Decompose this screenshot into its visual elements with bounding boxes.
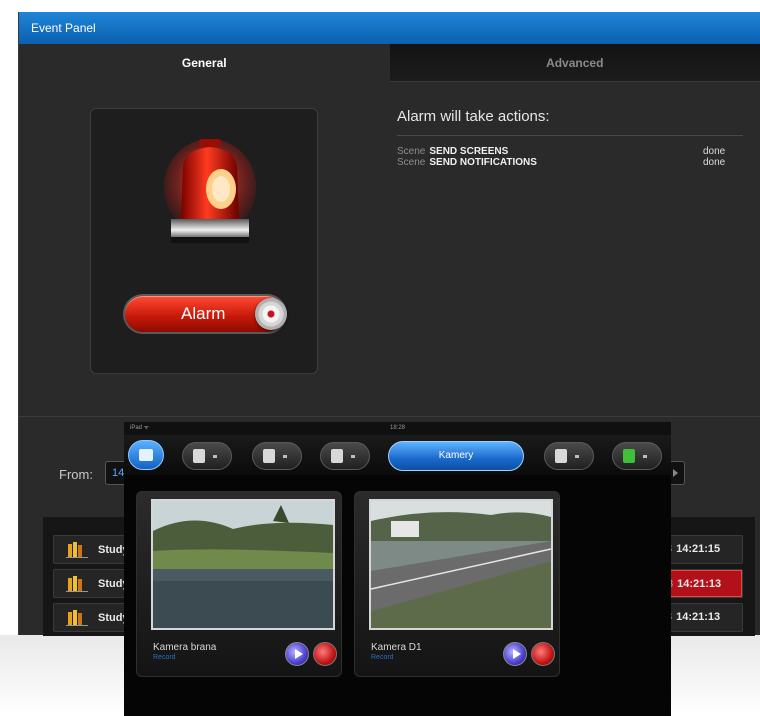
alarm-knob-icon xyxy=(255,298,287,330)
action-prefix: Scene xyxy=(397,157,426,168)
exit-button[interactable] xyxy=(612,442,662,470)
window-title: Event Panel xyxy=(31,21,96,35)
camera-image-pond xyxy=(153,501,333,628)
climate-icon xyxy=(331,449,343,463)
camera-feed xyxy=(151,499,335,630)
bulb-icon xyxy=(193,449,205,463)
home-icon xyxy=(139,449,153,461)
action-name: SEND NOTIFICATIONS xyxy=(429,157,537,168)
dot-icon xyxy=(575,455,579,458)
tab-advanced[interactable]: Advanced xyxy=(389,44,760,82)
log-time: 14:21:13 xyxy=(676,611,721,623)
record-icon[interactable] xyxy=(531,642,555,666)
tab-bar: General Advanced xyxy=(19,44,760,82)
from-label: From: xyxy=(59,467,93,482)
alarm-tile: Alarm xyxy=(90,108,318,374)
log-time-cell: 314:21:13 xyxy=(662,604,742,631)
log-time: 14:21:15 xyxy=(676,543,721,555)
action-prefix: Scene xyxy=(397,146,426,157)
log-time-cell: 314:21:13 xyxy=(662,570,742,597)
play-icon[interactable] xyxy=(285,642,309,666)
home-button[interactable] xyxy=(128,440,164,470)
camera-sub: Record xyxy=(153,654,176,661)
study-room-icon xyxy=(66,542,88,558)
climate-button[interactable] xyxy=(320,442,370,470)
study-room-icon xyxy=(66,576,88,592)
dot-icon xyxy=(283,455,287,458)
actions-title: Alarm will take actions: xyxy=(397,108,743,136)
record-icon[interactable] xyxy=(313,642,337,666)
media-button[interactable] xyxy=(544,442,594,470)
screen-icon xyxy=(555,449,567,463)
camera-card[interactable]: Kamera brana Record xyxy=(136,491,342,677)
dot-icon xyxy=(213,455,217,458)
alarm-button[interactable]: Alarm xyxy=(125,296,287,332)
play-icon[interactable] xyxy=(503,642,527,666)
camera-sub: Record xyxy=(371,654,394,661)
camera-image-road xyxy=(371,501,551,628)
tab-kamery[interactable]: Kamery xyxy=(388,441,524,471)
door-icon xyxy=(623,449,635,463)
blinds-icon xyxy=(263,449,275,463)
camera-card[interactable]: Kamera D1 Record xyxy=(354,491,560,677)
tab-general[interactable]: General xyxy=(19,44,390,82)
ipad-screen: iPad ᯤ 18:28 Kamery Kamera brana Record … xyxy=(124,422,671,716)
siren-icon xyxy=(164,139,256,243)
blinds-button[interactable] xyxy=(252,442,302,470)
log-time: 14:21:13 xyxy=(677,578,722,590)
ipad-toolbar: Kamery xyxy=(124,435,671,475)
actions-section: Alarm will take actions: Scene SEND SCRE… xyxy=(397,108,743,168)
action-name: SEND SCREENS xyxy=(429,146,509,157)
study-room-icon xyxy=(66,610,88,626)
camera-name: Kamera D1 xyxy=(371,642,422,653)
window-titlebar: Event Panel xyxy=(19,12,760,44)
dot-icon xyxy=(351,455,355,458)
action-item: Scene SEND NOTIFICATIONS done xyxy=(397,157,743,168)
ipad-status-bar: iPad ᯤ 18:28 xyxy=(124,422,671,435)
alarm-button-label: Alarm xyxy=(181,304,226,323)
ipad-clock: 18:28 xyxy=(389,425,405,431)
action-item: Scene SEND SCREENS done xyxy=(397,146,743,157)
action-list: Scene SEND SCREENS done Scene SEND NOTIF… xyxy=(397,146,743,168)
dot-icon xyxy=(643,455,647,458)
log-time-cell: 314:21:15 xyxy=(662,536,742,563)
action-status: done xyxy=(703,146,726,157)
lights-button[interactable] xyxy=(182,442,232,470)
action-status: done xyxy=(703,157,726,168)
camera-name: Kamera brana xyxy=(153,642,217,653)
camera-feed xyxy=(369,499,553,630)
